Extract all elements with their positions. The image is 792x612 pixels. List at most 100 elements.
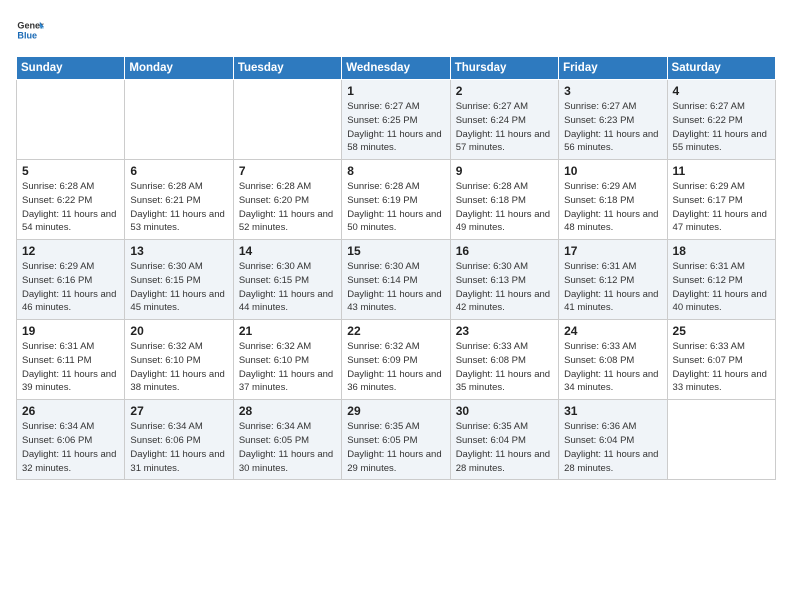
day-info: Sunrise: 6:28 AMSunset: 6:20 PMDaylight:… — [239, 180, 336, 235]
day-number: 17 — [564, 244, 661, 258]
day-info: Sunrise: 6:30 AMSunset: 6:15 PMDaylight:… — [239, 260, 336, 315]
day-number: 10 — [564, 164, 661, 178]
day-info: Sunrise: 6:32 AMSunset: 6:10 PMDaylight:… — [239, 340, 336, 395]
calendar-cell: 16Sunrise: 6:30 AMSunset: 6:13 PMDayligh… — [450, 240, 558, 320]
calendar-cell: 15 Sunrise: 6:30 AMSunset: 6:14 PMDayligh… — [342, 240, 450, 320]
weekday-header-sunday: Sunday — [17, 57, 125, 80]
calendar-cell — [233, 80, 341, 160]
weekday-header-friday: Friday — [559, 57, 667, 80]
calendar-cell: 24 Sunrise: 6:33 AMSunset: 6:08 PMDayligh… — [559, 320, 667, 400]
day-info: Sunrise: 6:30 AMSunset: 6:13 PMDaylight:… — [456, 260, 553, 315]
day-number: 8 — [347, 164, 444, 178]
day-info: Sunrise: 6:33 AMSunset: 6:07 PMDaylight:… — [673, 340, 770, 395]
calendar-cell: 7 Sunrise: 6:28 AMSunset: 6:20 PMDaylight… — [233, 160, 341, 240]
day-info: Sunrise: 6:29 AMSunset: 6:16 PMDaylight:… — [22, 260, 119, 315]
day-number: 28 — [239, 404, 336, 418]
day-number: 15 — [347, 244, 444, 258]
day-number: 23 — [456, 324, 553, 338]
day-info: Sunrise: 6:29 AMSunset: 6:17 PMDaylight:… — [673, 180, 770, 235]
calendar-cell: 29 Sunrise: 6:35 AMSunset: 6:05 PMDayligh… — [342, 400, 450, 480]
calendar-cell: 31 Sunrise: 6:36 AMSunset: 6:04 PMDayligh… — [559, 400, 667, 480]
calendar-cell: 14 Sunrise: 6:30 AMSunset: 6:15 PMDayligh… — [233, 240, 341, 320]
calendar-cell: 9Sunrise: 6:28 AMSunset: 6:18 PMDaylight… — [450, 160, 558, 240]
day-number: 2 — [456, 84, 553, 98]
day-info: Sunrise: 6:33 AMSunset: 6:08 PMDaylight:… — [564, 340, 661, 395]
calendar-cell: 22Sunrise: 6:32 AMSunset: 6:09 PMDayligh… — [342, 320, 450, 400]
day-number: 5 — [22, 164, 119, 178]
day-number: 26 — [22, 404, 119, 418]
calendar-cell: 6 Sunrise: 6:28 AMSunset: 6:21 PMDaylight… — [125, 160, 233, 240]
weekday-header-thursday: Thursday — [450, 57, 558, 80]
logo-icon: General Blue — [16, 16, 44, 44]
day-number: 11 — [673, 164, 770, 178]
weekday-header-saturday: Saturday — [667, 57, 775, 80]
day-info: Sunrise: 6:28 AMSunset: 6:21 PMDaylight:… — [130, 180, 227, 235]
day-number: 30 — [456, 404, 553, 418]
day-number: 31 — [564, 404, 661, 418]
day-number: 12 — [22, 244, 119, 258]
calendar-cell: 27Sunrise: 6:34 AMSunset: 6:06 PMDayligh… — [125, 400, 233, 480]
calendar-cell — [17, 80, 125, 160]
day-info: Sunrise: 6:27 AMSunset: 6:24 PMDaylight:… — [456, 100, 553, 155]
weekday-header-wednesday: Wednesday — [342, 57, 450, 80]
day-number: 25 — [673, 324, 770, 338]
day-number: 27 — [130, 404, 227, 418]
day-number: 19 — [22, 324, 119, 338]
calendar-cell: 3 Sunrise: 6:27 AMSunset: 6:23 PMDaylight… — [559, 80, 667, 160]
day-info: Sunrise: 6:31 AMSunset: 6:11 PMDaylight:… — [22, 340, 119, 395]
calendar-cell: 13 Sunrise: 6:30 AMSunset: 6:15 PMDayligh… — [125, 240, 233, 320]
day-number: 18 — [673, 244, 770, 258]
day-number: 13 — [130, 244, 227, 258]
day-number: 14 — [239, 244, 336, 258]
day-info: Sunrise: 6:31 AMSunset: 6:12 PMDaylight:… — [673, 260, 770, 315]
weekday-header-tuesday: Tuesday — [233, 57, 341, 80]
weekday-header-monday: Monday — [125, 57, 233, 80]
day-number: 21 — [239, 324, 336, 338]
day-number: 9 — [456, 164, 553, 178]
day-number: 22 — [347, 324, 444, 338]
day-info: Sunrise: 6:31 AMSunset: 6:12 PMDaylight:… — [564, 260, 661, 315]
day-info: Sunrise: 6:34 AMSunset: 6:05 PMDaylight:… — [239, 420, 336, 475]
day-info: Sunrise: 6:36 AMSunset: 6:04 PMDaylight:… — [564, 420, 661, 475]
day-number: 4 — [673, 84, 770, 98]
svg-text:Blue: Blue — [17, 30, 37, 40]
day-number: 24 — [564, 324, 661, 338]
logo: General Blue — [16, 16, 44, 44]
day-number: 29 — [347, 404, 444, 418]
calendar-cell: 19 Sunrise: 6:31 AMSunset: 6:11 PMDayligh… — [17, 320, 125, 400]
calendar-cell: 23 Sunrise: 6:33 AMSunset: 6:08 PMDayligh… — [450, 320, 558, 400]
day-info: Sunrise: 6:28 AMSunset: 6:22 PMDaylight:… — [22, 180, 119, 235]
calendar-cell: 1 Sunrise: 6:27 AMSunset: 6:25 PMDaylight… — [342, 80, 450, 160]
day-info: Sunrise: 6:27 AMSunset: 6:23 PMDaylight:… — [564, 100, 661, 155]
day-number: 6 — [130, 164, 227, 178]
calendar-cell: 2 Sunrise: 6:27 AMSunset: 6:24 PMDaylight… — [450, 80, 558, 160]
day-info: Sunrise: 6:27 AMSunset: 6:25 PMDaylight:… — [347, 100, 444, 155]
day-info: Sunrise: 6:33 AMSunset: 6:08 PMDaylight:… — [456, 340, 553, 395]
day-info: Sunrise: 6:30 AMSunset: 6:14 PMDaylight:… — [347, 260, 444, 315]
calendar-cell: 5 Sunrise: 6:28 AMSunset: 6:22 PMDaylight… — [17, 160, 125, 240]
day-number: 20 — [130, 324, 227, 338]
calendar-cell: 17 Sunrise: 6:31 AMSunset: 6:12 PMDayligh… — [559, 240, 667, 320]
calendar-cell: 18 Sunrise: 6:31 AMSunset: 6:12 PMDayligh… — [667, 240, 775, 320]
day-number: 7 — [239, 164, 336, 178]
page-header: General Blue — [16, 16, 776, 44]
calendar-cell: 21 Sunrise: 6:32 AMSunset: 6:10 PMDayligh… — [233, 320, 341, 400]
day-info: Sunrise: 6:35 AMSunset: 6:05 PMDaylight:… — [347, 420, 444, 475]
day-info: Sunrise: 6:32 AMSunset: 6:10 PMDaylight:… — [130, 340, 227, 395]
calendar-cell: 26 Sunrise: 6:34 AMSunset: 6:06 PMDayligh… — [17, 400, 125, 480]
day-number: 3 — [564, 84, 661, 98]
calendar-cell: 8 Sunrise: 6:28 AMSunset: 6:19 PMDaylight… — [342, 160, 450, 240]
calendar-cell — [125, 80, 233, 160]
calendar-cell: 4 Sunrise: 6:27 AMSunset: 6:22 PMDaylight… — [667, 80, 775, 160]
day-info: Sunrise: 6:34 AMSunset: 6:06 PMDaylight:… — [22, 420, 119, 475]
calendar-cell: 20 Sunrise: 6:32 AMSunset: 6:10 PMDayligh… — [125, 320, 233, 400]
day-info: Sunrise: 6:27 AMSunset: 6:22 PMDaylight:… — [673, 100, 770, 155]
calendar-cell: 10Sunrise: 6:29 AMSunset: 6:18 PMDayligh… — [559, 160, 667, 240]
day-info: Sunrise: 6:28 AMSunset: 6:19 PMDaylight:… — [347, 180, 444, 235]
day-info: Sunrise: 6:35 AMSunset: 6:04 PMDaylight:… — [456, 420, 553, 475]
day-number: 1 — [347, 84, 444, 98]
calendar-cell: 11 Sunrise: 6:29 AMSunset: 6:17 PMDayligh… — [667, 160, 775, 240]
calendar-cell: 28 Sunrise: 6:34 AMSunset: 6:05 PMDayligh… — [233, 400, 341, 480]
day-info: Sunrise: 6:30 AMSunset: 6:15 PMDaylight:… — [130, 260, 227, 315]
calendar-cell — [667, 400, 775, 480]
